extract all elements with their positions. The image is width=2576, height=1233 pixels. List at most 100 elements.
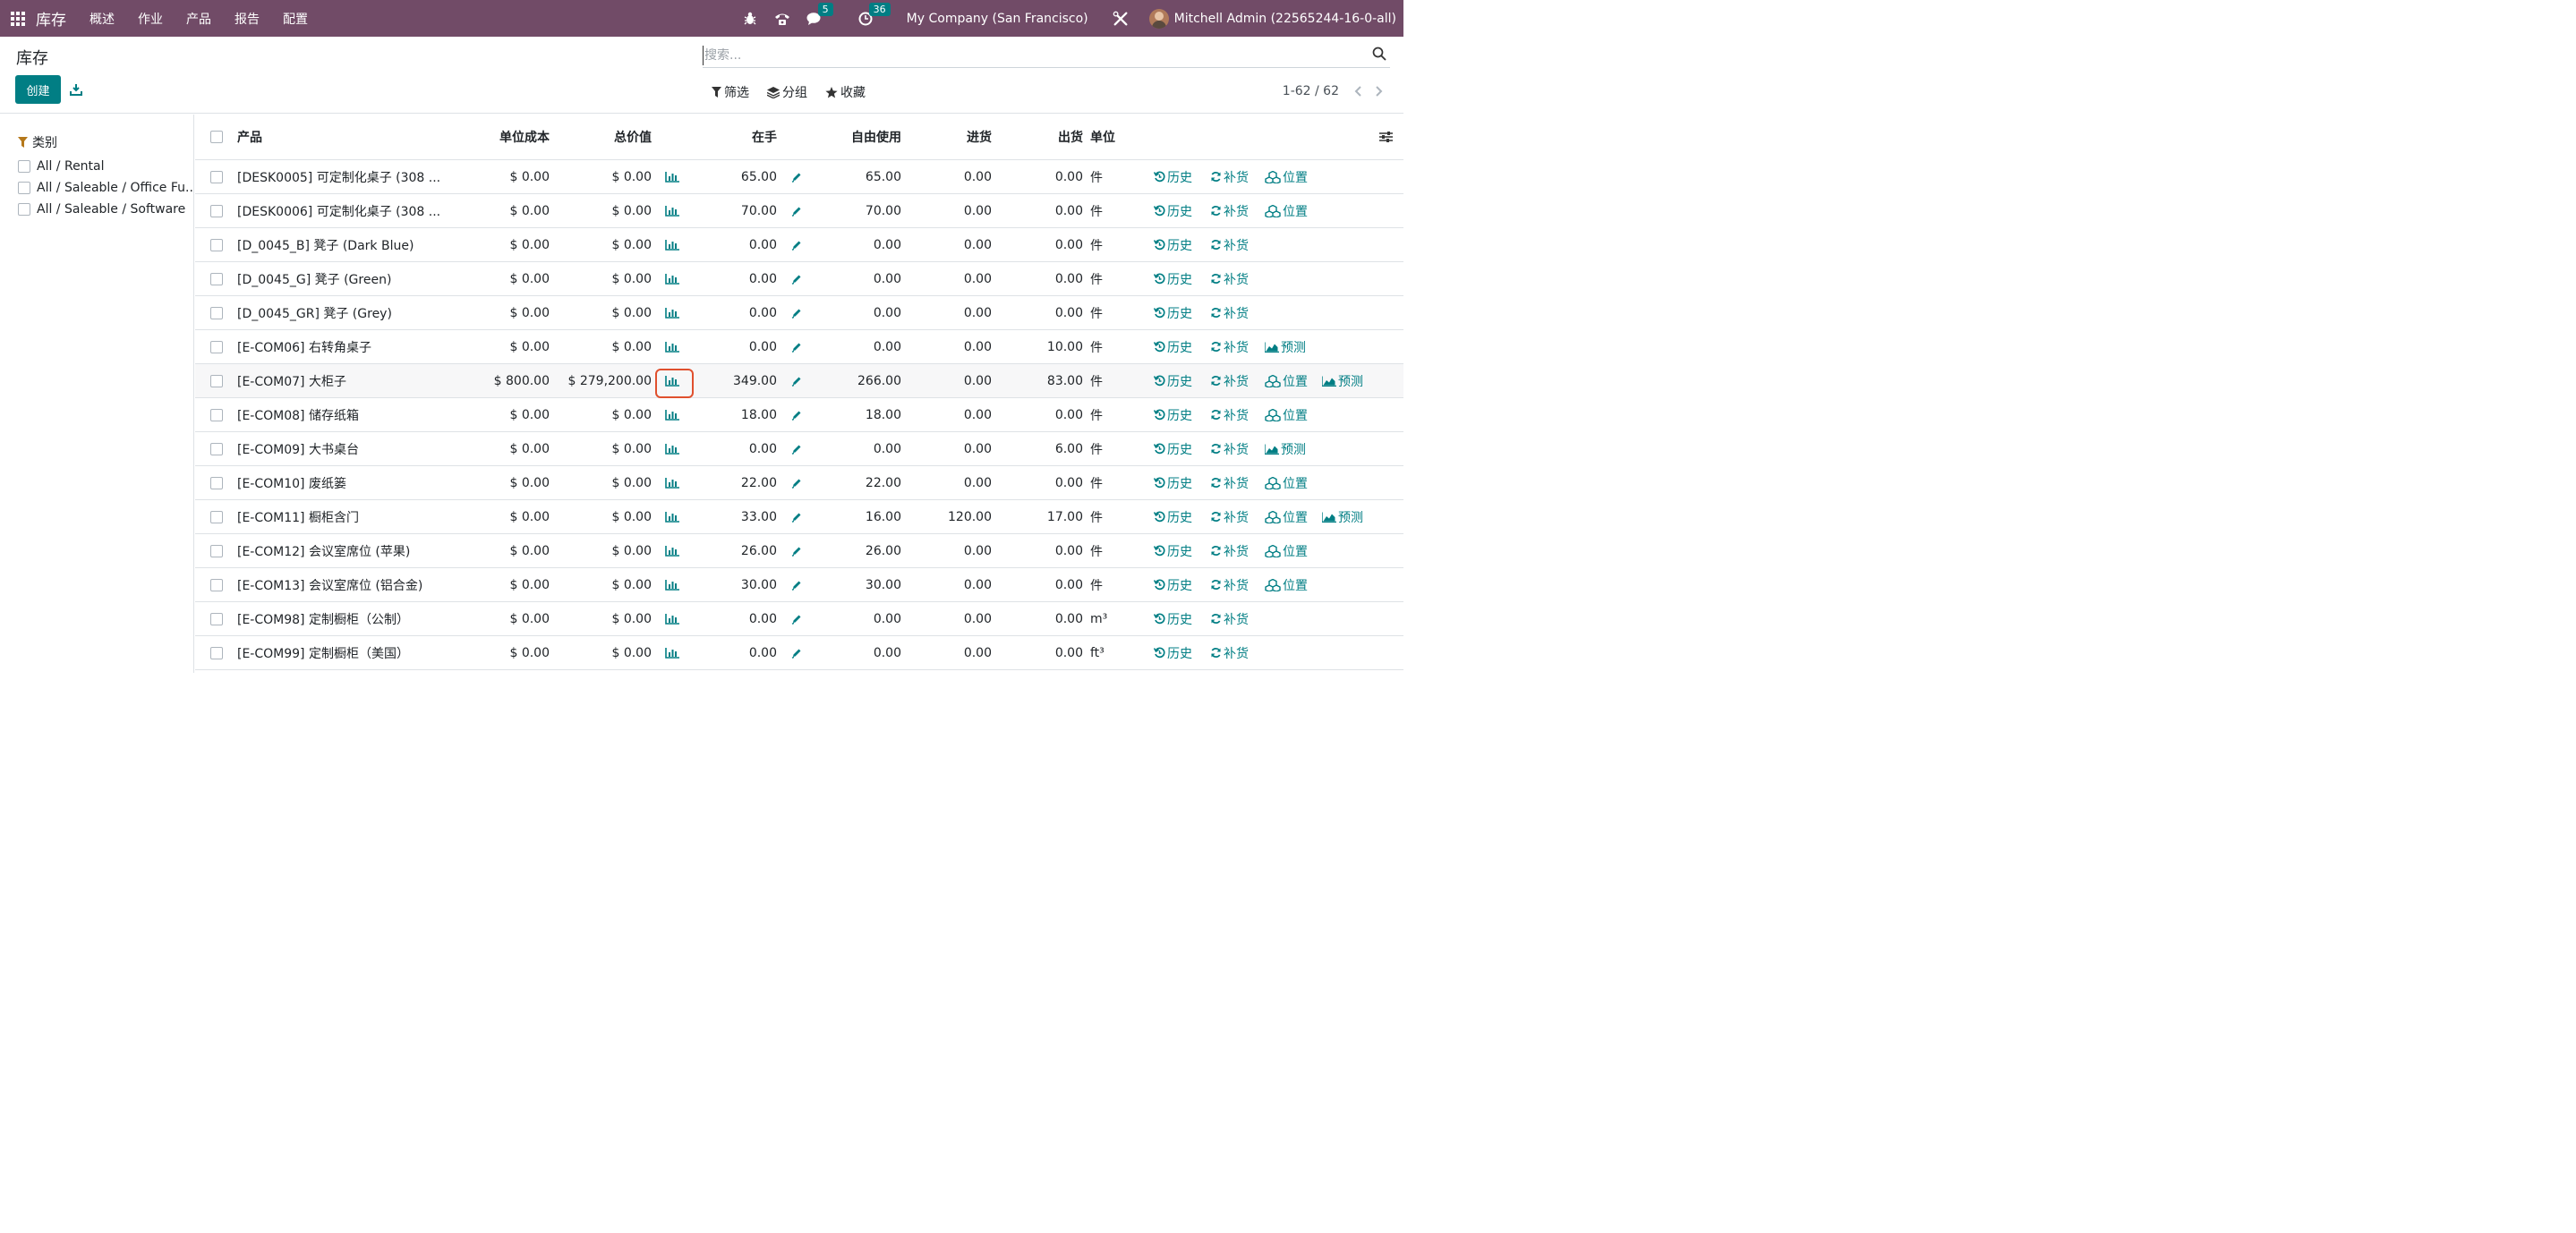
product-name[interactable]: [E-COM13] 会议室席位 (铝合金) <box>237 568 443 601</box>
table-row[interactable]: [D_0045_G] 凳子 (Green) $ 0.00 $ 0.00 0.00 0.0… <box>195 262 1403 296</box>
table-row[interactable]: [DESK0006] 可定制化桌子 (308 ... $ 0.00 $ 0.00 70… <box>195 194 1403 228</box>
row-checkbox[interactable] <box>210 568 223 601</box>
replenish-button[interactable]: 补货 <box>1210 466 1249 499</box>
tools-icon[interactable] <box>1113 11 1129 27</box>
edit-quantity-pencil-icon[interactable] <box>791 364 802 397</box>
pager-previous-icon[interactable] <box>1353 84 1364 98</box>
history-button[interactable]: 历史 <box>1154 296 1192 329</box>
category-checkbox[interactable] <box>18 182 30 194</box>
row-checkbox[interactable] <box>210 466 223 499</box>
search-input[interactable] <box>703 46 1356 65</box>
row-checkbox[interactable] <box>210 500 223 533</box>
edit-quantity-pencil-icon[interactable] <box>791 296 802 329</box>
product-name[interactable]: [E-COM12] 会议室席位 (苹果) <box>237 534 443 567</box>
history-button[interactable]: 历史 <box>1154 398 1192 431</box>
column-free-to-use[interactable]: 自由使用 <box>851 115 901 159</box>
edit-quantity-pencil-icon[interactable] <box>791 160 802 193</box>
row-checkbox[interactable] <box>210 432 223 465</box>
column-unit[interactable]: 单位 <box>1090 115 1115 159</box>
row-checkbox[interactable] <box>210 398 223 431</box>
row-checkbox[interactable] <box>210 228 223 261</box>
row-checkbox[interactable] <box>210 296 223 329</box>
edit-quantity-pencil-icon[interactable] <box>791 228 802 261</box>
valuation-chart-icon[interactable] <box>665 330 679 363</box>
create-button[interactable]: 创建 <box>15 75 61 104</box>
menu-operations[interactable]: 作业 <box>138 10 163 28</box>
phone-icon[interactable] <box>774 11 790 27</box>
product-name[interactable]: [D_0045_G] 凳子 (Green) <box>237 262 443 295</box>
history-button[interactable]: 历史 <box>1154 364 1192 397</box>
debug-bug-icon[interactable] <box>742 11 758 27</box>
edit-quantity-pencil-icon[interactable] <box>791 194 802 227</box>
locations-button[interactable]: 位置 <box>1265 398 1308 431</box>
replenish-button[interactable]: 补货 <box>1210 568 1249 601</box>
history-button[interactable]: 历史 <box>1154 568 1192 601</box>
locations-button[interactable]: 位置 <box>1265 568 1308 601</box>
valuation-chart-icon[interactable] <box>665 636 679 669</box>
replenish-button[interactable]: 补货 <box>1210 534 1249 567</box>
locations-button[interactable]: 位置 <box>1265 194 1308 227</box>
product-name[interactable]: [E-COM08] 储存纸箱 <box>237 398 443 431</box>
optional-columns-sliders-icon[interactable] <box>1379 131 1393 147</box>
table-row[interactable]: [E-COM13] 会议室席位 (铝合金) $ 0.00 $ 0.00 30.00 30… <box>195 568 1403 602</box>
table-row[interactable]: [E-COM10] 废纸篓 $ 0.00 $ 0.00 22.00 22.00 0.00 0… <box>195 466 1403 500</box>
product-name[interactable]: [E-COM11] 橱柜含门 <box>237 500 443 533</box>
pager-next-icon[interactable] <box>1373 84 1384 98</box>
valuation-chart-icon[interactable] <box>665 534 679 567</box>
menu-overview[interactable]: 概述 <box>90 10 115 28</box>
forecast-button[interactable]: 预测 <box>1265 330 1306 363</box>
row-checkbox[interactable] <box>210 364 223 397</box>
table-row[interactable]: [DESK0005] 可定制化桌子 (308 ... $ 0.00 $ 0.00 65… <box>195 160 1403 194</box>
edit-quantity-pencil-icon[interactable] <box>791 466 802 499</box>
history-button[interactable]: 历史 <box>1154 262 1192 295</box>
row-checkbox[interactable] <box>210 534 223 567</box>
table-row[interactable]: [E-COM11] 橱柜含门 $ 0.00 $ 0.00 33.00 16.00 120.… <box>195 500 1403 534</box>
forecast-button[interactable]: 预测 <box>1322 500 1363 533</box>
replenish-button[interactable]: 补货 <box>1210 228 1249 261</box>
history-button[interactable]: 历史 <box>1154 636 1192 669</box>
column-incoming[interactable]: 进货 <box>967 115 992 159</box>
product-name[interactable]: [DESK0005] 可定制化桌子 (308 ... <box>237 160 443 193</box>
edit-quantity-pencil-icon[interactable] <box>791 500 802 533</box>
history-button[interactable]: 历史 <box>1154 228 1192 261</box>
category-filter-office-furniture[interactable]: All / Saleable / Office Fu... <box>18 181 192 195</box>
valuation-chart-icon[interactable] <box>665 432 679 465</box>
category-filter-rental[interactable]: All / Rental <box>18 159 192 174</box>
history-button[interactable]: 历史 <box>1154 466 1192 499</box>
valuation-chart-icon[interactable] <box>665 500 679 533</box>
history-button[interactable]: 历史 <box>1154 432 1192 465</box>
product-name[interactable]: [D_0045_GR] 凳子 (Grey) <box>237 296 443 329</box>
history-button[interactable]: 历史 <box>1154 194 1192 227</box>
replenish-button[interactable]: 补货 <box>1210 500 1249 533</box>
table-row[interactable]: [E-COM99] 定制橱柜（美国） $ 0.00 $ 0.00 0.00 0.00 0.… <box>195 636 1403 670</box>
row-checkbox[interactable] <box>210 194 223 227</box>
valuation-chart-icon[interactable] <box>665 568 679 601</box>
replenish-button[interactable]: 补货 <box>1210 296 1249 329</box>
replenish-button[interactable]: 补货 <box>1210 262 1249 295</box>
valuation-chart-icon[interactable] <box>665 160 679 193</box>
history-button[interactable]: 历史 <box>1154 534 1192 567</box>
row-checkbox[interactable] <box>210 160 223 193</box>
table-row[interactable]: [E-COM07] 大柜子 $ 800.00 $ 279,200.00 349.00 2… <box>195 364 1403 398</box>
row-checkbox[interactable] <box>210 262 223 295</box>
menu-products[interactable]: 产品 <box>186 10 211 28</box>
product-name[interactable]: [E-COM09] 大书桌台 <box>237 432 443 465</box>
history-button[interactable]: 历史 <box>1154 602 1192 635</box>
replenish-button[interactable]: 补货 <box>1210 194 1249 227</box>
replenish-button[interactable]: 补货 <box>1210 364 1249 397</box>
valuation-chart-icon[interactable] <box>665 262 679 295</box>
product-name[interactable]: [E-COM06] 右转角桌子 <box>237 330 443 363</box>
table-row[interactable]: [E-COM08] 储存纸箱 $ 0.00 $ 0.00 18.00 18.00 0.00… <box>195 398 1403 432</box>
edit-quantity-pencil-icon[interactable] <box>791 262 802 295</box>
pager-value[interactable]: 1-62 / 62 <box>1283 84 1339 98</box>
app-menu-icon[interactable] <box>11 11 25 26</box>
product-name[interactable]: [D_0045_B] 凳子 (Dark Blue) <box>237 228 443 261</box>
table-row[interactable]: [E-COM06] 右转角桌子 $ 0.00 $ 0.00 0.00 0.00 0.00 1… <box>195 330 1403 364</box>
row-checkbox[interactable] <box>210 330 223 363</box>
locations-button[interactable]: 位置 <box>1265 466 1308 499</box>
locations-button[interactable]: 位置 <box>1265 500 1308 533</box>
table-row[interactable]: [E-COM98] 定制橱柜（公制） $ 0.00 $ 0.00 0.00 0.00 0.… <box>195 602 1403 636</box>
replenish-button[interactable]: 补货 <box>1210 160 1249 193</box>
edit-quantity-pencil-icon[interactable] <box>791 534 802 567</box>
row-checkbox[interactable] <box>210 602 223 635</box>
